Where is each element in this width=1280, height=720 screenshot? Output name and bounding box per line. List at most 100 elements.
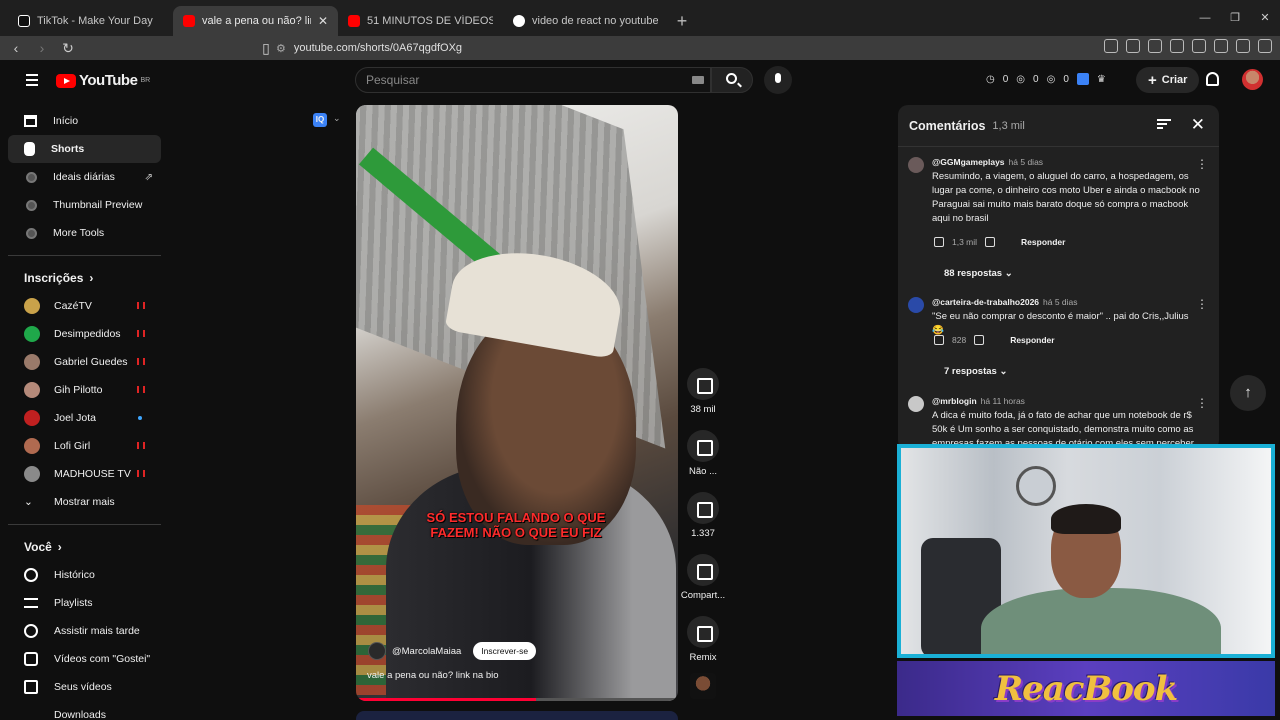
thumbs-down-icon[interactable] bbox=[974, 335, 985, 345]
close-window-icon[interactable]: ✕ bbox=[1250, 0, 1280, 36]
minimize-icon[interactable]: — bbox=[1190, 0, 1220, 36]
sidebar-channel[interactable]: CazéTV bbox=[8, 292, 161, 320]
create-button[interactable]: + Criar bbox=[1136, 67, 1200, 93]
browser-tab-active[interactable]: vale a pena ou não? link na bio ✕ bbox=[173, 6, 338, 36]
sort-icon[interactable] bbox=[1157, 119, 1171, 129]
thumbs-up-icon[interactable] bbox=[934, 237, 944, 247]
thumbs-down-icon[interactable] bbox=[985, 237, 996, 247]
show-more-button[interactable]: ⌄ Mostrar mais bbox=[8, 488, 161, 516]
banner-logo-text: ReacBook bbox=[994, 668, 1178, 709]
sidebar-channel[interactable]: Joel Jota bbox=[8, 404, 161, 432]
share-button[interactable]: Compart... bbox=[681, 554, 725, 601]
search-input[interactable]: Pesquisar bbox=[355, 67, 711, 93]
comment-author[interactable]: @mrblogin há 11 horas bbox=[932, 396, 1025, 406]
extension-icon[interactable] bbox=[1170, 39, 1184, 53]
sidebar-item-your-videos[interactable]: Seus vídeos bbox=[8, 673, 161, 701]
more-vert-icon[interactable]: ⋮ bbox=[1196, 396, 1208, 410]
replies-toggle[interactable]: 88 respostas ⌄ bbox=[944, 268, 1013, 279]
next-short-preview[interactable] bbox=[356, 711, 678, 720]
extension-icon[interactable] bbox=[1192, 39, 1206, 53]
more-vert-icon[interactable]: ⋮ bbox=[1196, 297, 1208, 311]
close-icon[interactable]: ✕ bbox=[1191, 115, 1205, 135]
replies-toggle[interactable]: 7 respostas ⌄ bbox=[944, 366, 1007, 377]
extension-icon[interactable] bbox=[1236, 39, 1250, 53]
notifications-bell-icon[interactable] bbox=[1206, 72, 1219, 86]
you-heading[interactable]: Você › bbox=[8, 533, 161, 561]
iq-extension-icon[interactable]: IQ bbox=[313, 113, 327, 127]
live-icon bbox=[137, 358, 145, 365]
channel-avatar bbox=[24, 438, 40, 454]
subscribe-button[interactable]: Inscrever-se bbox=[473, 642, 537, 660]
new-tab-button[interactable]: + bbox=[668, 6, 696, 36]
scroll-up-arrow-icon[interactable]: ↑ bbox=[1230, 375, 1266, 411]
sidebar-item-more-tools[interactable]: More Tools bbox=[8, 219, 161, 247]
extension-icon[interactable] bbox=[1126, 39, 1140, 53]
comment-author[interactable]: @GGMgameplays há 5 dias bbox=[932, 157, 1043, 167]
channel-avatar bbox=[24, 298, 40, 314]
menu-icon[interactable] bbox=[1258, 39, 1272, 53]
comment-actions: 828 Responder bbox=[934, 335, 1055, 345]
dislike-button[interactable]: Não ... bbox=[682, 430, 724, 477]
comment-avatar[interactable] bbox=[908, 157, 924, 173]
sidebar-item-watch-later[interactable]: Assistir mais tarde bbox=[8, 617, 161, 645]
iq-icon[interactable] bbox=[1076, 73, 1089, 85]
more-vert-icon[interactable]: ⋮ bbox=[1196, 157, 1208, 171]
chevron-down-icon: ⌄ bbox=[24, 496, 33, 508]
site-info-icon[interactable]: ⚙ bbox=[276, 42, 286, 55]
sidebar-channel[interactable]: MADHOUSE TV bbox=[8, 460, 161, 488]
sound-thumbnail[interactable] bbox=[690, 673, 716, 699]
sidebar-item-thumbnail-preview[interactable]: Thumbnail Preview bbox=[8, 191, 161, 219]
divider bbox=[8, 524, 161, 525]
avatar[interactable] bbox=[1242, 69, 1263, 90]
sidebar-item-downloads[interactable]: Downloads bbox=[8, 701, 161, 720]
trophy-icon[interactable]: ♛ bbox=[1097, 74, 1106, 85]
search-button[interactable] bbox=[711, 67, 753, 93]
comment-author[interactable]: @carteira-de-trabalho2026 há 5 dias bbox=[932, 297, 1078, 307]
shorts-video-player[interactable]: SÓ ESTOU FALANDO O QUE FAZEM! NÃO O QUE … bbox=[356, 105, 678, 701]
extension-icon[interactable] bbox=[1214, 39, 1228, 53]
reply-button[interactable]: Responder bbox=[1010, 335, 1054, 345]
voice-search-button[interactable] bbox=[764, 66, 792, 94]
comment-likes: 1,3 mil bbox=[952, 237, 978, 247]
bookmark-icon[interactable]: ▯ bbox=[256, 40, 276, 57]
extension-icon[interactable] bbox=[1148, 39, 1162, 53]
video-progress-bar[interactable] bbox=[356, 698, 678, 701]
tab-title: vale a pena ou não? link na bio bbox=[202, 15, 311, 27]
sidebar-item-ideais[interactable]: Ideais diárias ⇗ bbox=[8, 163, 161, 191]
video-title[interactable]: vale a pena ou não? link na bio bbox=[367, 670, 499, 681]
browser-tab[interactable]: 51 MINUTOS DE VÍDEOS ENGRAÇADOS bbox=[338, 6, 503, 36]
sidebar-item-home[interactable]: Início bbox=[8, 107, 161, 135]
live-icon bbox=[137, 302, 145, 309]
close-tab-icon[interactable]: ✕ bbox=[318, 14, 328, 28]
url-field[interactable]: ⚙ youtube.com/shorts/0A67qgdfOXg bbox=[276, 36, 900, 60]
browser-tab[interactable]: video de react no youtube monetiza bbox=[503, 6, 668, 36]
sidebar-item-shorts[interactable]: Shorts bbox=[8, 135, 161, 163]
sidebar-channel[interactable]: Lofi Girl bbox=[8, 432, 161, 460]
youtube-logo[interactable]: YouTube BR bbox=[56, 72, 150, 89]
keyboard-icon[interactable] bbox=[692, 76, 704, 84]
back-icon[interactable]: ‹ bbox=[6, 40, 26, 56]
like-button[interactable]: 38 mil bbox=[682, 368, 724, 415]
thumbs-up-icon[interactable] bbox=[934, 335, 944, 345]
remix-button[interactable]: Remix bbox=[682, 616, 724, 663]
reply-button[interactable]: Responder bbox=[1021, 237, 1065, 247]
comments-button[interactable]: 1.337 bbox=[682, 492, 724, 539]
sidebar-channel[interactable]: Desimpedidos bbox=[8, 320, 161, 348]
extension-icon[interactable] bbox=[1104, 39, 1118, 53]
forward-icon[interactable]: › bbox=[32, 40, 52, 56]
hamburger-menu-icon[interactable] bbox=[26, 74, 38, 86]
sidebar-item-liked-videos[interactable]: Vídeos com "Gostei" bbox=[8, 645, 161, 673]
comment-avatar[interactable] bbox=[908, 297, 924, 313]
sidebar-item-history[interactable]: Histórico bbox=[8, 561, 161, 589]
channel-avatar[interactable] bbox=[368, 642, 386, 660]
browser-tab[interactable]: TikTok - Make Your Day bbox=[8, 6, 173, 36]
sidebar-item-playlists[interactable]: Playlists bbox=[8, 589, 161, 617]
maximize-icon[interactable]: ❐ bbox=[1220, 0, 1250, 36]
channel-handle[interactable]: @MarcolaMaiaa bbox=[392, 646, 461, 657]
sidebar-channel[interactable]: Gih Pilotto bbox=[8, 376, 161, 404]
comment-avatar[interactable] bbox=[908, 396, 924, 412]
reload-icon[interactable]: ↻ bbox=[58, 40, 78, 57]
chevron-down-icon[interactable]: ⌄ bbox=[333, 113, 341, 124]
subscriptions-heading[interactable]: Inscrições › bbox=[8, 264, 161, 292]
sidebar-channel[interactable]: Gabriel Guedes bbox=[8, 348, 161, 376]
